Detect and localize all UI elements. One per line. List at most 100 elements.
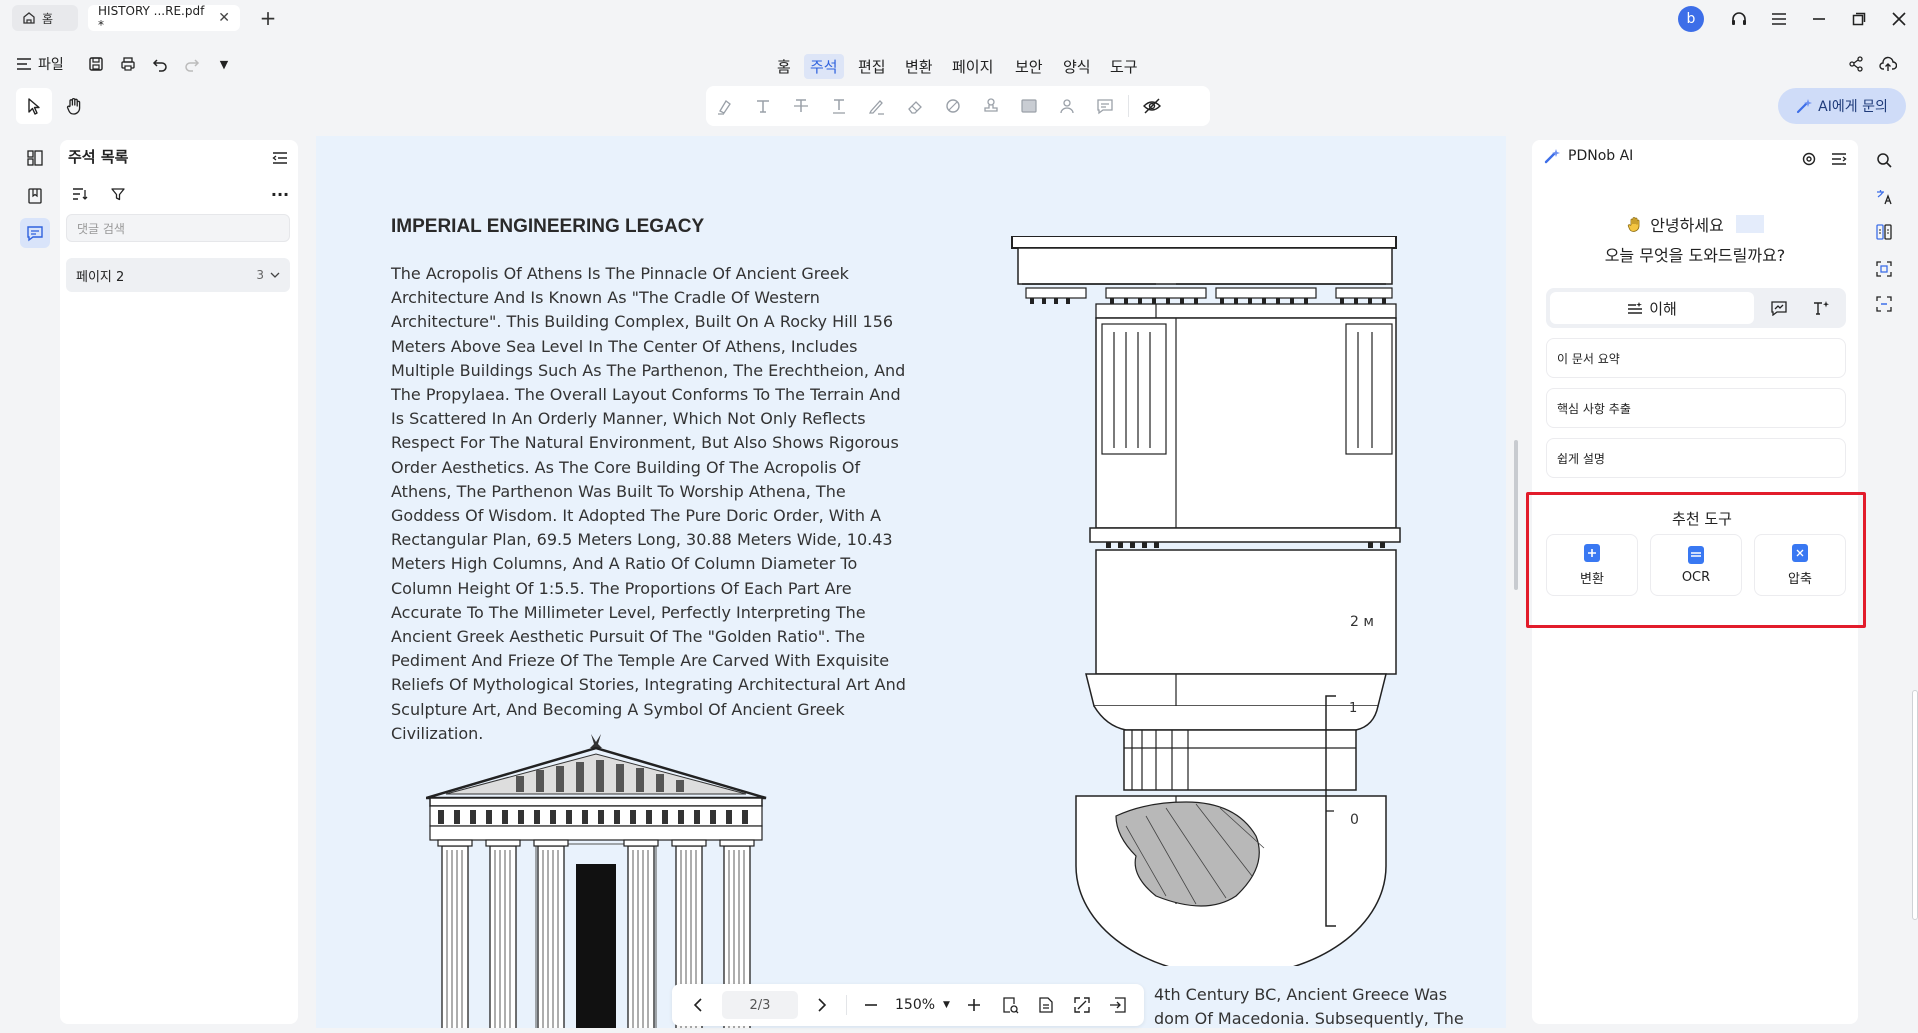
single-page-icon[interactable] [1034,993,1058,1017]
comment-icon[interactable] [1086,86,1124,126]
collapse-panel-icon[interactable] [270,148,290,168]
new-tab-icon[interactable]: + [256,6,280,30]
comment-search-input[interactable]: 댓글 검색 [66,214,290,242]
page-group-row[interactable]: 페이지 2 3 [66,258,290,292]
ask-ai-button[interactable]: AI에게 문의 [1778,88,1906,124]
collapse-ai-panel-icon[interactable] [1828,148,1850,170]
page-indicator[interactable]: 2/3 [722,991,798,1019]
signature-icon[interactable] [1048,86,1086,126]
menu-forms[interactable]: 양식 [1057,54,1097,79]
ai-logo-icon [1544,148,1560,164]
strikethrough-icon[interactable] [782,86,820,126]
highlight-icon[interactable] [706,86,744,126]
screenshot-ocr-icon[interactable] [1870,290,1898,318]
ask-ai-label: AI에게 문의 [1818,99,1888,115]
next-page-icon[interactable] [810,993,834,1017]
close-tab-icon[interactable]: ✕ [218,10,230,26]
fullscreen-icon[interactable] [1070,993,1094,1017]
prev-page-icon[interactable] [686,993,710,1017]
page-navigation-bar: 2/3 150% ▼ [672,984,1144,1026]
tool-convert-button[interactable]: 변환 [1546,534,1638,596]
hand-icon [65,97,83,115]
tab-document[interactable]: HISTORY ...RE.pdf * ✕ [88,4,240,32]
bookmark-icon[interactable] [20,181,50,211]
viewport-scrollbar[interactable] [1514,440,1518,590]
menu-edit[interactable]: 편집 [852,54,892,79]
share-icon[interactable] [1844,52,1868,76]
cursor-icon [26,97,42,115]
list-sparkle-icon [1627,301,1643,315]
comments-panel-icon[interactable] [20,218,50,248]
search-icon[interactable] [1870,146,1898,174]
underline-icon[interactable] [820,86,858,126]
tool-convert-label: 변환 [1580,571,1604,587]
tool-ocr-label: OCR [1681,569,1711,585]
zoom-out-icon[interactable] [859,993,883,1017]
ocr-icon [1688,545,1704,564]
suggestion-label: 쉽게 설명 [1557,451,1605,466]
document-paragraph: The Acropolis Of Athens Is The Pinnacle … [391,264,906,743]
menu-tools[interactable]: 도구 [1104,54,1144,79]
redo-icon[interactable] [180,52,204,76]
restore-icon[interactable] [1846,6,1872,32]
menu-home[interactable]: 홈 [771,54,797,79]
suggestion-key-points[interactable]: 핵심 사항 추출 [1546,388,1846,428]
ai-settings-icon[interactable] [1798,148,1820,170]
suggestion-summarize[interactable]: 이 문서 요약 [1546,338,1846,378]
greeting-text: 안녕하세요 [1650,216,1724,235]
shape-icon[interactable] [934,86,972,126]
ai-panel-title: PDNob AI [1568,148,1634,164]
menu-annotate[interactable]: 주석 [804,54,844,79]
fit-page-icon[interactable] [998,993,1022,1017]
document-viewport[interactable]: IMPERIAL ENGINEERING LEGACY The Acropoli… [316,136,1506,1028]
menu-convert[interactable]: 변환 [899,54,939,79]
save-icon[interactable] [84,52,108,76]
tab-understand[interactable]: 이해 [1550,292,1754,324]
more-options-icon[interactable]: ··· [270,184,290,204]
dropdown-icon[interactable]: ▼ [212,52,236,76]
tab-home[interactable]: 홈 [12,5,78,31]
suggestion-explain[interactable]: 쉽게 설명 [1546,438,1846,478]
toolbar-divider [1128,95,1129,117]
scan-icon[interactable] [1870,255,1898,283]
zoom-select[interactable]: 150% ▼ [895,997,950,1013]
eraser-icon[interactable] [896,86,934,126]
annotation-toolbar [706,86,1210,126]
minimize-icon[interactable] [1806,6,1832,32]
zoom-dropdown-icon: ▼ [943,1000,950,1010]
tool-compress-button[interactable]: 압축 [1754,534,1846,596]
print-icon[interactable] [116,52,140,76]
file-menu[interactable]: 파일 [16,54,64,74]
text-icon[interactable] [744,86,782,126]
menu-security[interactable]: 보안 [1009,54,1049,79]
page-group-label: 페이지 2 [76,269,125,285]
window-scrollbar[interactable] [1912,690,1918,920]
undo-icon[interactable] [148,52,172,76]
tool-ocr-button[interactable]: OCR [1650,534,1742,596]
hand-tool-button[interactable] [56,88,92,124]
filter-icon[interactable] [108,184,128,204]
avatar[interactable]: b [1678,6,1704,32]
compare-icon[interactable] [1870,218,1898,246]
headset-icon[interactable] [1726,6,1752,32]
translate-icon[interactable] [1870,183,1898,211]
thumbnail-panel-icon[interactable] [20,143,50,173]
tab-text-ai-icon[interactable] [1808,296,1834,320]
cloud-upload-icon[interactable] [1876,52,1900,76]
scale-label-middle: 1 [1349,701,1358,716]
tab-chart-icon[interactable] [1766,296,1792,320]
ai-greeting: 안녕하세요 [1532,212,1858,236]
menu-page[interactable]: 페이지 [946,54,999,79]
document-heading: IMPERIAL ENGINEERING LEGACY [391,216,705,237]
select-tool-button[interactable] [16,88,52,124]
menu-icon[interactable] [1766,6,1792,32]
close-window-icon[interactable] [1886,6,1912,32]
stamp-icon[interactable] [972,86,1010,126]
textbox-icon[interactable] [1010,86,1048,126]
sort-icon[interactable] [70,184,90,204]
zoom-in-icon[interactable] [962,993,986,1017]
chevron-down-icon [270,271,280,279]
pen-icon[interactable] [858,86,896,126]
goto-page-icon[interactable] [1106,993,1130,1017]
hide-annotations-icon[interactable] [1133,86,1171,126]
